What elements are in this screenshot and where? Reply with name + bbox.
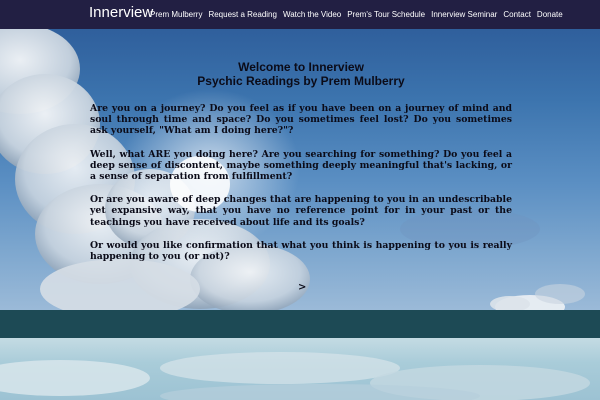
hero-content: Welcome to Innerview Psychic Readings by… — [90, 60, 512, 262]
lower-sky-image — [0, 338, 600, 400]
nav-item-prem-mulberry: Prem Mulberry — [147, 10, 205, 19]
nav-item-contact: Contact — [500, 10, 534, 19]
lower-cloud-image — [0, 352, 590, 400]
intro-paragraph-3: Or are you aware of deep changes that ar… — [90, 194, 512, 228]
intro-paragraph-2: Well, what ARE you doing here? Are you s… — [90, 148, 512, 183]
nav-link-seminar[interactable]: Innerview Seminar — [428, 10, 500, 19]
brand-link[interactable]: Innerview — [89, 4, 153, 21]
intro-paragraph-4: Or would you like confirmation that what… — [90, 239, 512, 263]
nav-link-contact[interactable]: Contact — [500, 10, 534, 19]
page-subtitle: Psychic Readings by Prem Mulberry — [197, 74, 405, 88]
nav-link-donate[interactable]: Donate — [534, 10, 566, 19]
intro-paragraph-1: Are you on a journey? Do you feel as if … — [90, 103, 512, 137]
nav-item-tour-schedule: Prem's Tour Schedule — [344, 10, 428, 19]
nav-link-prem-mulberry[interactable]: Prem Mulberry — [147, 10, 205, 19]
next-arrow-link[interactable]: > — [298, 282, 306, 293]
page-title: Welcome to Innerview — [238, 60, 364, 74]
nav-link-tour-schedule[interactable]: Prem's Tour Schedule — [344, 10, 428, 19]
nav-item-seminar: Innerview Seminar — [428, 10, 500, 19]
top-navbar: Innerview Prem Mulberry Request a Readin… — [0, 0, 600, 29]
nav-link-request-reading[interactable]: Request a Reading — [205, 10, 280, 19]
nav-item-watch-video: Watch the Video — [280, 10, 344, 19]
divider-band — [0, 310, 600, 338]
hero-section: Welcome to Innerview Psychic Readings by… — [0, 29, 600, 310]
nav-link-watch-video[interactable]: Watch the Video — [280, 10, 344, 19]
main-nav: Prem Mulberry Request a Reading Watch th… — [147, 0, 566, 29]
nav-item-donate: Donate — [534, 10, 566, 19]
nav-item-request-reading: Request a Reading — [205, 10, 280, 19]
